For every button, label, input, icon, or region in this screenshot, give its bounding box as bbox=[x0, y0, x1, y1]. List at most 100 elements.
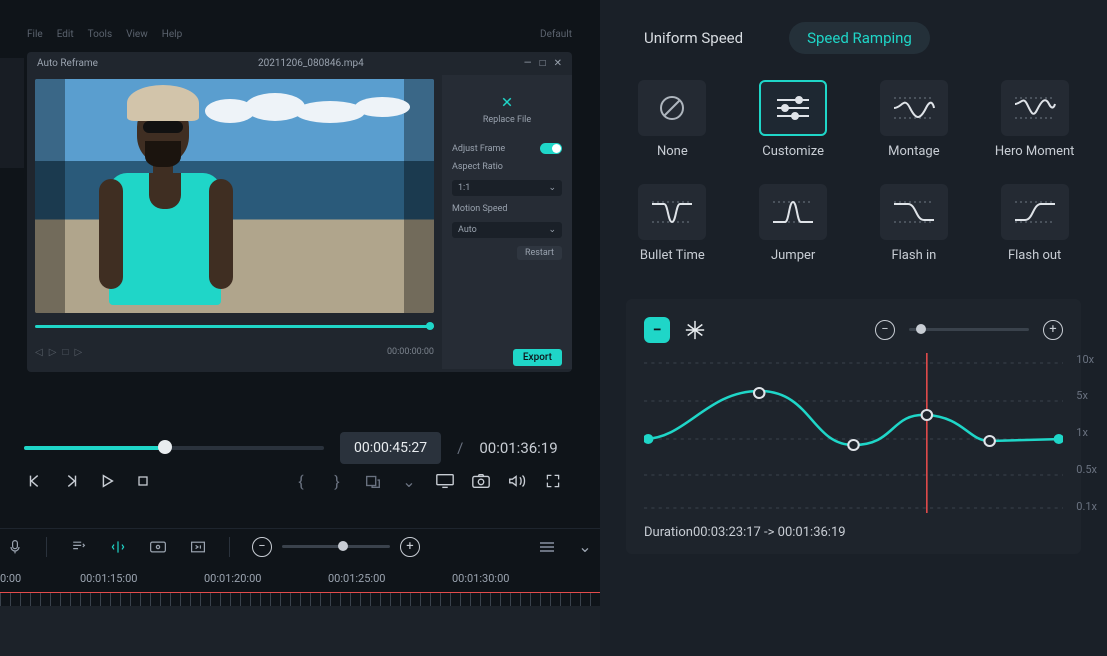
window-minimize-icon[interactable]: — bbox=[524, 58, 532, 69]
stop-icon[interactable] bbox=[132, 470, 154, 492]
audio-sync-icon[interactable] bbox=[69, 538, 87, 556]
preview-scrub-row: 00:00:45:27 / 00:01:36:19 bbox=[24, 432, 564, 464]
ruler-label: 00:01:25:00 bbox=[328, 572, 385, 585]
speed-graph-panel: − − + bbox=[626, 299, 1081, 554]
track-view-icon[interactable] bbox=[540, 542, 554, 552]
motion-speed-select[interactable]: Auto⌄ bbox=[452, 222, 562, 238]
aspect-ratio-select[interactable]: 1:1⌄ bbox=[452, 180, 562, 196]
preset-flash-in[interactable]: Flash in bbox=[868, 184, 961, 264]
preset-hero-moment[interactable]: Hero Moment bbox=[988, 80, 1081, 160]
restart-button[interactable]: Restart bbox=[517, 246, 562, 260]
layout-preset[interactable]: Default bbox=[540, 29, 572, 40]
auto-reframe-window: Auto Reframe 20211206_080846.mp4 — □ ✕ bbox=[27, 52, 572, 372]
speed-curve-graph[interactable]: 10x 5x 1x 0.5x 0.1x bbox=[644, 353, 1063, 513]
preset-label: Flash in bbox=[891, 248, 936, 264]
preset-flash-out[interactable]: Flash out bbox=[988, 184, 1081, 264]
aspect-ratio-label: Aspect Ratio bbox=[452, 162, 562, 172]
zoom-out-button[interactable]: − bbox=[252, 537, 272, 557]
preset-label: Customize bbox=[762, 144, 824, 160]
zoom-slider[interactable] bbox=[282, 545, 390, 548]
speed-panel: Uniform Speed Speed Ramping None Customi… bbox=[600, 0, 1107, 656]
graph-zoom-out-button[interactable]: − bbox=[875, 320, 895, 340]
chevron-down-icon[interactable]: ⌄ bbox=[398, 470, 420, 492]
replace-file-label: Replace File bbox=[483, 115, 531, 125]
speed-preset-grid: None Customize Montage Hero Moment Bulle… bbox=[626, 80, 1081, 265]
tab-uniform-speed[interactable]: Uniform Speed bbox=[626, 22, 761, 54]
ruler-label: 00:01:20:00 bbox=[204, 572, 261, 585]
remove-keyframe-button[interactable]: − bbox=[644, 317, 670, 343]
preset-label: Hero Moment bbox=[995, 144, 1075, 160]
step-back-icon[interactable] bbox=[24, 470, 46, 492]
reframe-video-frame bbox=[35, 79, 434, 313]
window-close-icon[interactable]: ✕ bbox=[554, 58, 562, 69]
step-fwd-icon[interactable] bbox=[60, 470, 82, 492]
menu-help[interactable]: Help bbox=[162, 29, 182, 40]
menubar: File Edit Tools View Help Default bbox=[27, 24, 572, 44]
preset-label: None bbox=[657, 144, 688, 160]
fit-icon[interactable] bbox=[189, 538, 207, 556]
reframe-next-icon[interactable]: ▷ bbox=[74, 347, 82, 358]
reframe-play-icon[interactable]: ▷ bbox=[49, 347, 57, 358]
preset-bullet-time[interactable]: Bullet Time bbox=[626, 184, 719, 264]
graph-y-labels: 10x 5x 1x 0.5x 0.1x bbox=[1076, 353, 1097, 513]
ruler-label: 00:01:30:00 bbox=[452, 572, 509, 585]
ruler-label: 0:00 bbox=[0, 572, 21, 585]
display-icon[interactable] bbox=[434, 470, 456, 492]
export-button[interactable]: Export bbox=[513, 349, 562, 366]
play-icon[interactable] bbox=[96, 470, 118, 492]
reframe-sidepanel: Replace File Adjust Frame Aspect Ratio 1… bbox=[442, 75, 572, 369]
menu-edit[interactable]: Edit bbox=[57, 29, 74, 40]
ruler-label: 00:01:15:00 bbox=[80, 572, 137, 585]
preset-customize[interactable]: Customize bbox=[747, 80, 840, 160]
preset-label: Montage bbox=[888, 144, 939, 160]
menu-file[interactable]: File bbox=[27, 29, 43, 40]
video-subject bbox=[95, 85, 245, 303]
total-time: 00:01:36:19 bbox=[479, 439, 557, 457]
window-maximize-icon[interactable]: □ bbox=[540, 58, 546, 69]
zoom-in-button[interactable]: + bbox=[400, 537, 420, 557]
replace-file-button[interactable]: Replace File bbox=[452, 83, 562, 135]
window-title: Auto Reframe bbox=[37, 58, 98, 69]
menu-tools[interactable]: Tools bbox=[88, 29, 112, 40]
snapshot-icon[interactable] bbox=[470, 470, 492, 492]
timeline-ruler[interactable]: 0:00 00:01:15:00 00:01:20:00 00:01:25:00… bbox=[0, 572, 600, 608]
reframe-scrubber[interactable] bbox=[35, 325, 434, 328]
preview-scrubber[interactable] bbox=[24, 446, 324, 450]
render-icon[interactable] bbox=[149, 538, 167, 556]
crop-ratio-icon[interactable] bbox=[362, 470, 384, 492]
menu-view[interactable]: View bbox=[126, 29, 148, 40]
chevron-down-icon[interactable]: ⌄ bbox=[576, 538, 594, 556]
preset-label: Bullet Time bbox=[640, 248, 705, 264]
media-sidebar bbox=[0, 58, 24, 168]
speed-tabs: Uniform Speed Speed Ramping bbox=[626, 0, 1081, 80]
freeze-frame-icon[interactable] bbox=[684, 319, 706, 341]
adjust-frame-toggle[interactable] bbox=[540, 143, 562, 154]
mark-in-icon[interactable]: { bbox=[290, 470, 312, 492]
preset-jumper[interactable]: Jumper bbox=[747, 184, 840, 264]
preset-label: Flash out bbox=[1008, 248, 1061, 264]
tab-speed-ramping[interactable]: Speed Ramping bbox=[789, 22, 930, 54]
chevron-down-icon: ⌄ bbox=[548, 225, 556, 235]
preset-montage[interactable]: Montage bbox=[868, 80, 961, 160]
reframe-stop-icon[interactable]: □ bbox=[62, 347, 68, 358]
reframe-preview: ◁ ▷ □ ▷ 00:00:00:00 bbox=[27, 75, 442, 369]
graph-zoom-in-button[interactable]: + bbox=[1043, 320, 1063, 340]
reframe-prev-icon[interactable]: ◁ bbox=[35, 347, 43, 358]
motion-speed-label: Motion Speed bbox=[452, 204, 562, 214]
adjust-frame-label: Adjust Frame bbox=[452, 144, 505, 154]
fullscreen-icon[interactable] bbox=[542, 470, 564, 492]
window-filename: 20211206_080846.mp4 bbox=[258, 58, 364, 69]
mark-out-icon[interactable]: } bbox=[326, 470, 348, 492]
mic-icon[interactable] bbox=[6, 538, 24, 556]
speed-duration-readout: Duration00:03:23:17 -> 00:01:36:19 bbox=[644, 525, 1063, 540]
volume-icon[interactable] bbox=[506, 470, 528, 492]
timeline-track[interactable] bbox=[0, 606, 600, 656]
graph-zoom-slider[interactable] bbox=[909, 328, 1029, 331]
timeline-toolbar: − + ⌄ bbox=[0, 528, 600, 564]
preset-label: Jumper bbox=[771, 248, 815, 264]
current-time[interactable]: 00:00:45:27 bbox=[340, 432, 441, 464]
transport-bar: { } ⌄ bbox=[24, 470, 564, 492]
marker-icon[interactable] bbox=[109, 538, 127, 556]
editor-left-panel: File Edit Tools View Help Default Auto R… bbox=[0, 0, 600, 656]
preset-none[interactable]: None bbox=[626, 80, 719, 160]
